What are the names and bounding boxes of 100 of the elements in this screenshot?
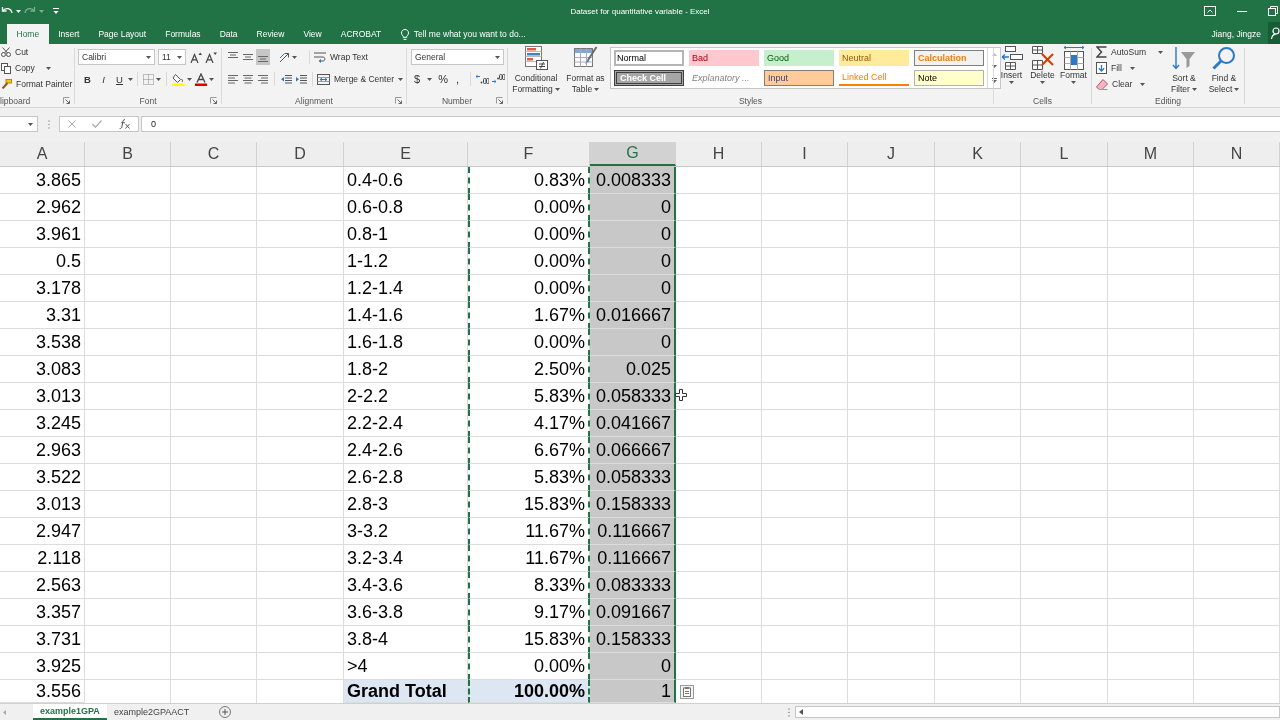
- group-label: Number: [441, 95, 473, 106]
- caret-icon: [1157, 50, 1163, 54]
- table-cell: 0.016667: [590, 302, 676, 329]
- table-cell: 0.158333: [590, 491, 676, 518]
- line-caret-icon: [53, 8, 59, 14]
- new-sheet-button[interactable]: [219, 706, 232, 718]
- restore-button[interactable]: [1268, 5, 1278, 17]
- font-grow-icon: [190, 51, 202, 63]
- column-header[interactable]: G: [590, 142, 676, 166]
- font-color-button[interactable]: [194, 71, 215, 87]
- caret-icon: [209, 77, 214, 81]
- horizontal-scrollbar[interactable]: [795, 706, 1280, 718]
- format-as-table-button[interactable]: Format as Table: [563, 44, 608, 95]
- column-header[interactable]: I: [762, 142, 848, 166]
- decimal-increase-icon: [475, 74, 489, 84]
- column-header[interactable]: N: [1194, 142, 1280, 166]
- italic-button[interactable]: I: [96, 71, 111, 87]
- column-header[interactable]: E: [344, 142, 468, 166]
- caret-icon: [39, 9, 44, 13]
- table-cell: 0.058333: [590, 464, 676, 491]
- bold-button[interactable]: B: [80, 71, 95, 87]
- cell-style-tile[interactable]: Input: [764, 70, 834, 86]
- clear-button[interactable]: Clear: [1096, 76, 1146, 92]
- sort-filter-button[interactable]: Sort & Filter: [1165, 44, 1202, 94]
- caret-icon: [1009, 81, 1014, 84]
- formula-input[interactable]: 0: [141, 116, 1280, 132]
- table-cell: 3.2-3.4: [344, 545, 468, 572]
- dialog-launcher-icon[interactable]: [496, 97, 503, 104]
- sheet-tab[interactable]: example1GPA: [33, 704, 107, 720]
- caret-icon: [1191, 88, 1197, 92]
- ribbon-options-button[interactable]: [1204, 5, 1216, 17]
- font-name-field[interactable]: Calibri: [78, 49, 155, 65]
- scissors-icon: [1, 47, 11, 57]
- gallery-more-button[interactable]: [991, 78, 997, 84]
- cell-style-tile[interactable]: Note: [914, 70, 984, 86]
- dialog-launcher-icon[interactable]: [210, 97, 217, 104]
- align-center-icon: [243, 74, 253, 84]
- insert-button[interactable]: Insert: [997, 44, 1026, 94]
- cell-style-tile[interactable]: Good: [764, 50, 834, 66]
- vertical-align-button[interactable]: [256, 49, 270, 65]
- cell-style-tile[interactable]: Neutral: [839, 50, 909, 66]
- number-format-field[interactable]: General: [411, 49, 504, 65]
- ribbon-tab[interactable]: Home: [7, 24, 49, 44]
- table-cell: 0.083333: [590, 572, 676, 599]
- align-middle-icon: [243, 52, 253, 62]
- copy-button[interactable]: Copy: [1, 60, 51, 76]
- ribbon-tab[interactable]: Data: [210, 24, 248, 44]
- fill-button[interactable]: Fill: [1096, 60, 1135, 76]
- column-header[interactable]: K: [935, 142, 1021, 166]
- ribbon-tab[interactable]: Page Layout: [88, 24, 156, 44]
- person-icon[interactable]: [1268, 22, 1280, 44]
- insert-function-button[interactable]: [118, 119, 130, 129]
- undo-icon: [1, 6, 13, 16]
- undo-button[interactable]: [1, 6, 21, 16]
- table-cell: 1.8-2: [344, 356, 468, 383]
- column-header[interactable]: H: [676, 142, 762, 166]
- conditional-formatting-button[interactable]: Conditional Formatting: [509, 44, 563, 95]
- currency-button[interactable]: $: [414, 71, 433, 87]
- comma-button[interactable]: ,: [455, 71, 459, 87]
- paste-options-button[interactable]: [680, 685, 694, 699]
- autosum-button[interactable]: AutoSum: [1096, 44, 1163, 60]
- underline-button[interactable]: U: [112, 71, 127, 87]
- tell-me-field[interactable]: Tell me what you want to do...: [400, 24, 526, 44]
- delete-button[interactable]: Delete: [1028, 44, 1057, 94]
- merge-center-button[interactable]: Merge & Center: [317, 71, 403, 87]
- column-header[interactable]: A: [0, 142, 85, 166]
- column-header[interactable]: L: [1021, 142, 1108, 166]
- dialog-launcher-icon[interactable]: [395, 97, 402, 104]
- ribbon-tab[interactable]: ACROBAT: [331, 24, 391, 44]
- column-header[interactable]: J: [848, 142, 935, 166]
- customize-button[interactable]: [53, 8, 59, 14]
- percent-button[interactable]: %: [438, 71, 448, 87]
- user-name[interactable]: Jiang, Jingze: [1211, 24, 1261, 44]
- eraser-icon: [1096, 78, 1108, 90]
- format-button[interactable]: Format: [1059, 44, 1088, 94]
- cut-button[interactable]: Cut: [1, 44, 29, 60]
- font-size-field[interactable]: 11: [158, 49, 186, 65]
- fill-color-button[interactable]: [171, 71, 193, 87]
- dialog-launcher-icon[interactable]: [63, 97, 70, 104]
- gallery-down-button[interactable]: [991, 65, 997, 69]
- table-cell: 0.8-1: [344, 221, 468, 248]
- format-painter-button[interactable]: Format Painter: [1, 76, 73, 92]
- table-cell: 3.6-3.8: [344, 599, 468, 626]
- column-header[interactable]: D: [257, 142, 344, 166]
- wrap-text-button[interactable]: Wrap Text: [314, 49, 368, 65]
- find-select-button[interactable]: Find & Select: [1204, 44, 1243, 94]
- ribbon-tab[interactable]: Insert: [48, 24, 89, 44]
- borders-button[interactable]: [142, 71, 162, 87]
- ribbon-tab[interactable]: View: [293, 24, 332, 44]
- ribbon-tab[interactable]: Formulas: [155, 24, 211, 44]
- ribbon-tab[interactable]: Review: [247, 24, 294, 44]
- sheet-tab[interactable]: example2GPAACT: [106, 704, 197, 720]
- column-header[interactable]: C: [171, 142, 257, 166]
- left-triangle-icon: [799, 709, 803, 715]
- down-arrow-box-icon: [1096, 62, 1107, 74]
- cell-style-tile[interactable]: Normal: [614, 50, 684, 66]
- column-header[interactable]: M: [1108, 142, 1194, 166]
- cell-style-tile[interactable]: Bad: [689, 50, 759, 66]
- line-triangle-icon: [991, 78, 997, 84]
- wrap-arrow-icon: [314, 51, 326, 63]
